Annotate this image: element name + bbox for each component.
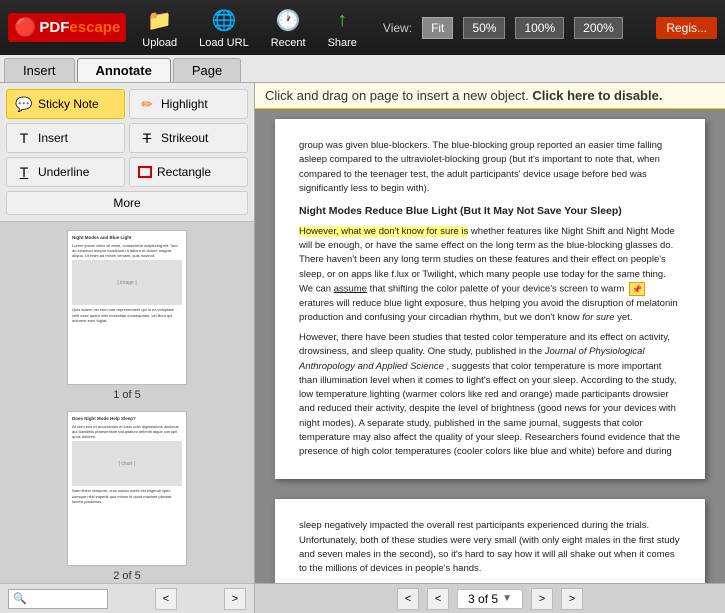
pdf-para2-end: yet. bbox=[617, 312, 632, 323]
pdf-heading1: Night Modes Reduce Blue Light (But It Ma… bbox=[299, 204, 681, 220]
pdf-page-bottom: sleep negatively impacted the overall re… bbox=[275, 499, 705, 583]
pdf-last-next-button[interactable]: > bbox=[561, 588, 583, 610]
recent-icon: 🕐 bbox=[274, 7, 302, 35]
pdf-sticky-note-inline: 📌 bbox=[629, 282, 645, 296]
logo: 🔴 PDFescape bbox=[8, 13, 126, 42]
logo-text: PDFescape bbox=[39, 19, 120, 36]
pdf-bottom-nav: < < 3 of 5 ▼ > > bbox=[255, 583, 725, 613]
page-display: 3 of 5 bbox=[468, 592, 498, 606]
thumb-image-1[interactable]: Night Modes and Blue Light Lorem ipsum d… bbox=[67, 230, 187, 385]
pdf-para2-cont: that shifting the color palette of your … bbox=[370, 283, 625, 294]
search-input[interactable] bbox=[8, 589, 108, 609]
loadurl-label: Load URL bbox=[199, 37, 249, 49]
upload-button[interactable]: 📁 Upload bbox=[136, 5, 183, 51]
insert-tool[interactable]: T Insert bbox=[6, 123, 125, 153]
tabs-row: Insert Annotate Page bbox=[0, 55, 725, 83]
thumb-image-2[interactable]: Does Night Mode Help Sleep? At vero eos … bbox=[67, 411, 187, 566]
page-indicator[interactable]: 3 of 5 ▼ bbox=[457, 589, 523, 609]
page-dropdown-arrow: ▼ bbox=[502, 593, 512, 604]
recent-label: Recent bbox=[271, 37, 306, 49]
pdf-para4: sleep negatively impacted the overall re… bbox=[299, 519, 681, 576]
sticky-note-icon: 💬 bbox=[15, 95, 33, 113]
search-area bbox=[8, 589, 108, 609]
prev-thumb-button[interactable]: < bbox=[155, 588, 177, 610]
tab-insert[interactable]: Insert bbox=[4, 58, 75, 82]
loadurl-icon: 🌐 bbox=[210, 7, 238, 35]
main: 💬 Sticky Note ✏ Highlight T Insert T Str… bbox=[0, 83, 725, 613]
recent-button[interactable]: 🕐 Recent bbox=[265, 5, 312, 51]
pdf-para2: However, what we don't know for sure is … bbox=[299, 225, 681, 325]
pdf-forsure: for sure bbox=[582, 312, 614, 323]
view-label: View: bbox=[383, 21, 412, 35]
pdf-underline-assume: assume bbox=[334, 283, 367, 294]
upload-icon: 📁 bbox=[146, 7, 174, 35]
notification-bar: Click and drag on page to insert a new o… bbox=[255, 83, 725, 109]
next-thumb-button[interactable]: > bbox=[224, 588, 246, 610]
sticky-note-tool[interactable]: 💬 Sticky Note bbox=[6, 89, 125, 119]
pdf-para3: However, there have been studies that te… bbox=[299, 331, 681, 459]
view-100-button[interactable]: 100% bbox=[515, 17, 564, 39]
highlight-icon: ✏ bbox=[138, 95, 156, 113]
notification-link[interactable]: Click here to disable. bbox=[532, 88, 662, 103]
pdf-next-button[interactable]: > bbox=[531, 588, 553, 610]
thumbnails: Night Modes and Blue Light Lorem ipsum d… bbox=[0, 222, 254, 583]
pdf-area: group was given blue-blockers. The blue-… bbox=[255, 109, 725, 583]
pdf-first-prev-button[interactable]: < bbox=[397, 588, 419, 610]
strikeout-tool[interactable]: T Strikeout bbox=[129, 123, 248, 153]
pdf-para1: group was given blue-blockers. The blue-… bbox=[299, 139, 681, 196]
thumbnail-2[interactable]: Does Night Mode Help Sleep? At vero eos … bbox=[67, 411, 187, 582]
tab-page[interactable]: Page bbox=[173, 58, 241, 82]
tool-grid: 💬 Sticky Note ✏ Highlight T Insert T Str… bbox=[6, 89, 248, 187]
tab-annotate[interactable]: Annotate bbox=[77, 58, 171, 82]
left-bottom-nav: < > bbox=[0, 583, 254, 613]
strikeout-icon: T bbox=[138, 129, 156, 147]
share-button[interactable]: ↑ Share bbox=[322, 5, 363, 51]
rectangle-tool[interactable]: Rectangle bbox=[129, 157, 248, 187]
pdf-page-top: group was given blue-blockers. The blue-… bbox=[275, 119, 705, 479]
share-icon: ↑ bbox=[328, 7, 356, 35]
pdf-highlight-1: However, what we don't know for sure is bbox=[299, 226, 468, 237]
left-panel: 💬 Sticky Note ✏ Highlight T Insert T Str… bbox=[0, 83, 255, 613]
pdf-prev-button[interactable]: < bbox=[427, 588, 449, 610]
share-label: Share bbox=[328, 37, 357, 49]
rectangle-icon bbox=[138, 166, 152, 178]
view-200-button[interactable]: 200% bbox=[574, 17, 623, 39]
loadurl-button[interactable]: 🌐 Load URL bbox=[193, 5, 255, 51]
highlight-tool[interactable]: ✏ Highlight bbox=[129, 89, 248, 119]
view-fit-button[interactable]: Fit bbox=[422, 17, 453, 39]
thumb-label-1: 1 of 5 bbox=[113, 389, 141, 401]
register-button[interactable]: Regis... bbox=[656, 17, 717, 39]
more-button[interactable]: More bbox=[6, 191, 248, 215]
view-50-button[interactable]: 50% bbox=[463, 17, 505, 39]
underline-icon: T bbox=[15, 163, 33, 181]
right-content: Click and drag on page to insert a new o… bbox=[255, 83, 725, 613]
insert-icon: T bbox=[15, 129, 33, 147]
notification-text: Click and drag on page to insert a new o… bbox=[265, 88, 529, 103]
underline-tool[interactable]: T Underline bbox=[6, 157, 125, 187]
thumbnail-1[interactable]: Night Modes and Blue Light Lorem ipsum d… bbox=[67, 230, 187, 401]
upload-label: Upload bbox=[142, 37, 177, 49]
annotate-tools: 💬 Sticky Note ✏ Highlight T Insert T Str… bbox=[0, 83, 254, 222]
header: 🔴 PDFescape 📁 Upload 🌐 Load URL 🕐 Recent… bbox=[0, 0, 725, 55]
thumb-label-2: 2 of 5 bbox=[113, 570, 141, 582]
